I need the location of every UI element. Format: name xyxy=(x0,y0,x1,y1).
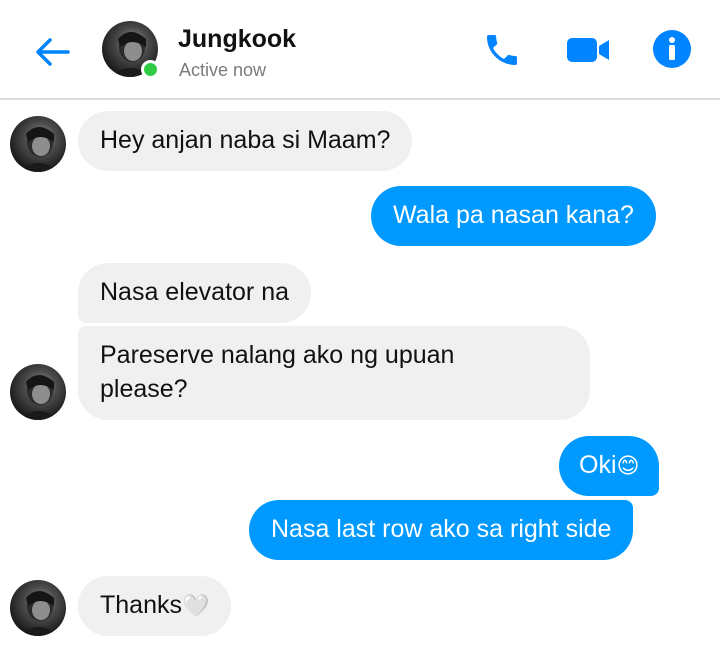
back-button[interactable] xyxy=(28,30,76,74)
message-text: Wala pa nasan kana? xyxy=(393,201,634,229)
chat-header: Jungkook Active now xyxy=(0,0,720,100)
active-status: Active now xyxy=(179,60,267,80)
arrow-left-icon xyxy=(36,38,70,66)
message-text: Hey anjan naba si Maam? xyxy=(100,126,391,154)
voice-call-button[interactable] xyxy=(482,30,522,70)
profile-photo xyxy=(18,127,60,172)
sent-message[interactable]: Nasa last row ako sa right side xyxy=(249,500,634,560)
phone-icon xyxy=(487,35,517,65)
received-message[interactable]: Pareserve nalang ako ng upuan please? xyxy=(78,326,590,420)
info-button[interactable] xyxy=(651,28,693,70)
sender-avatar[interactable] xyxy=(10,364,66,420)
sender-avatar[interactable] xyxy=(10,580,66,636)
video-camera-icon xyxy=(567,38,609,62)
online-status-dot xyxy=(141,60,160,79)
received-message[interactable]: Hey anjan naba si Maam? xyxy=(78,111,413,171)
profile-photo xyxy=(18,591,60,636)
message-text: Nasa last row ako sa right side xyxy=(271,515,612,543)
smiling-face-emoji: 😊 xyxy=(616,454,640,479)
received-message[interactable]: Thanks🤍 xyxy=(78,576,232,636)
sender-avatar[interactable] xyxy=(10,116,66,172)
message-text: Thanks xyxy=(100,591,182,619)
profile-photo xyxy=(18,375,60,420)
info-icon xyxy=(653,30,691,68)
message-text-line: Pareserve nalang ako ng upuan xyxy=(100,341,455,369)
white-heart-emoji: 🤍 xyxy=(181,594,210,619)
sent-message[interactable]: Oki😊 xyxy=(559,436,660,496)
message-text: Nasa elevator na xyxy=(100,278,290,306)
message-text-line: please? xyxy=(100,375,188,403)
video-call-button[interactable] xyxy=(565,32,611,68)
received-message[interactable]: Nasa elevator na xyxy=(78,263,312,323)
sent-message[interactable]: Wala pa nasan kana? xyxy=(371,186,656,246)
contact-name[interactable]: Jungkook xyxy=(178,25,296,54)
message-text: Oki xyxy=(579,451,617,479)
